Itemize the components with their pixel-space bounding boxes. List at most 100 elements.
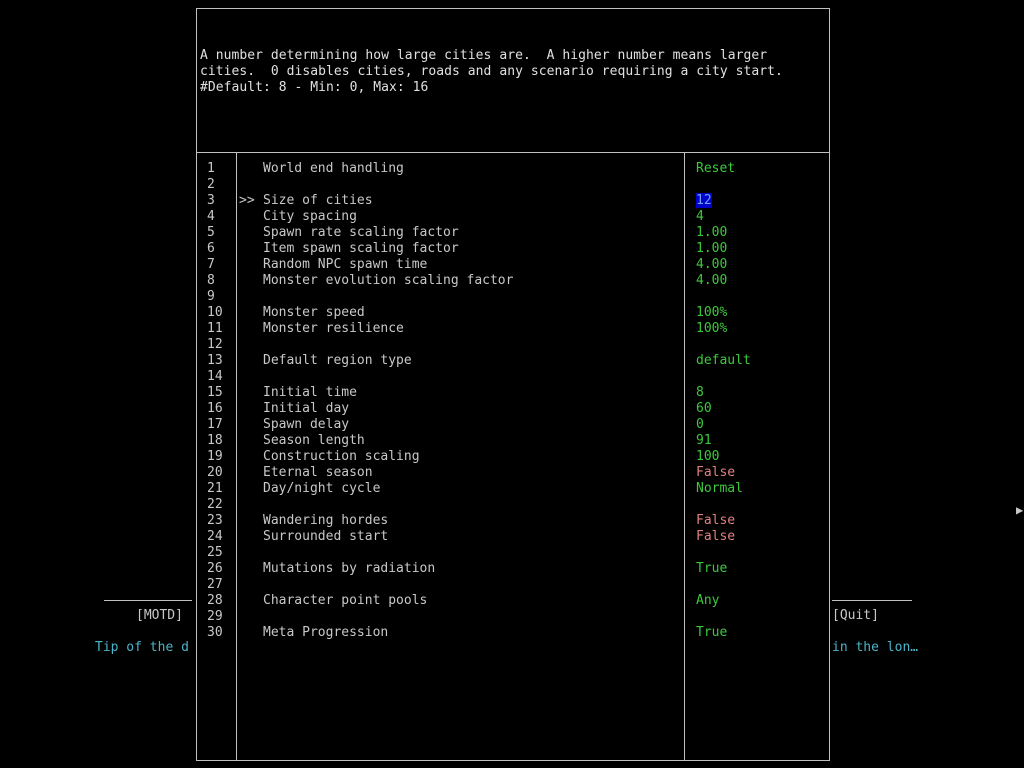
world-options-dialog: A number determining how large cities ar… xyxy=(196,8,830,761)
option-row[interactable]: Season length xyxy=(239,433,679,449)
option-label: Day/night cycle xyxy=(263,481,381,496)
option-row[interactable]: Day/night cycle xyxy=(239,481,679,497)
selection-arrow xyxy=(239,593,263,609)
option-row[interactable]: Meta Progression xyxy=(239,625,679,641)
motd-button[interactable]: [MOTD] xyxy=(136,608,183,624)
option-row[interactable]: Spawn rate scaling factor xyxy=(239,225,679,241)
option-value-cell: 100% xyxy=(696,305,826,321)
selection-arrow xyxy=(239,561,263,577)
option-row xyxy=(239,545,679,561)
option-number: 20 xyxy=(207,465,223,480)
option-label: Monster resilience xyxy=(263,321,404,336)
option-value-cell: False xyxy=(696,513,826,529)
option-row[interactable]: Initial day xyxy=(239,401,679,417)
option-value[interactable]: 8 xyxy=(696,385,704,400)
selection-arrow xyxy=(239,401,263,417)
option-value[interactable]: 0 xyxy=(696,417,704,432)
option-value[interactable]: Any xyxy=(696,593,719,608)
option-row[interactable]: Mutations by radiation xyxy=(239,561,679,577)
option-row[interactable]: Default region type xyxy=(239,353,679,369)
option-label: Initial day xyxy=(263,401,350,416)
value-column-divider xyxy=(684,152,685,760)
option-value-cell: Any xyxy=(696,593,826,609)
option-row[interactable]: Construction scaling xyxy=(239,449,679,465)
option-value[interactable]: False xyxy=(696,465,735,480)
selection-arrow xyxy=(239,417,263,433)
option-value-selected[interactable]: 12 xyxy=(696,193,712,208)
option-value-cell: 100% xyxy=(696,321,826,337)
selection-arrow xyxy=(239,289,263,305)
option-value[interactable]: 1.00 xyxy=(696,225,727,240)
option-number: 21 xyxy=(207,481,223,496)
option-number: 6 xyxy=(207,241,215,256)
option-value-cell: 100 xyxy=(696,449,826,465)
option-label: Random NPC spawn time xyxy=(263,257,428,272)
option-value[interactable]: False xyxy=(696,513,735,528)
option-value[interactable]: 100 xyxy=(696,449,719,464)
option-row[interactable]: Eternal season xyxy=(239,465,679,481)
option-number: 10 xyxy=(207,305,223,320)
option-value-cell xyxy=(696,289,826,305)
option-value[interactable]: 60 xyxy=(696,401,712,416)
option-value[interactable]: 100% xyxy=(696,305,727,320)
option-row[interactable]: Character point pools xyxy=(239,593,679,609)
option-value[interactable]: default xyxy=(696,353,751,368)
option-value[interactable]: True xyxy=(696,625,727,640)
option-value[interactable]: 4 xyxy=(696,209,704,224)
option-value-cell: True xyxy=(696,625,826,641)
option-value-cell: 4 xyxy=(696,209,826,225)
option-row[interactable]: Random NPC spawn time xyxy=(239,257,679,273)
selection-arrow: >> xyxy=(239,193,255,208)
option-row[interactable]: World end handling xyxy=(239,161,679,177)
description-line: A number determining how large cities ar… xyxy=(200,48,768,63)
description-line: #Default: 8 - Min: 0, Max: 16 xyxy=(200,80,429,95)
option-label-column: World end handling >> Size of cities City s… xyxy=(239,161,679,641)
option-row[interactable]: Spawn delay xyxy=(239,417,679,433)
selection-arrow xyxy=(239,385,263,401)
option-value[interactable]: 1.00 xyxy=(696,241,727,256)
option-row[interactable]: City spacing xyxy=(239,209,679,225)
option-row[interactable]: Item spawn scaling factor xyxy=(239,241,679,257)
selection-arrow xyxy=(239,481,263,497)
option-number: 27 xyxy=(207,577,223,592)
option-value[interactable]: 100% xyxy=(696,321,727,336)
option-label: Spawn delay xyxy=(263,417,350,432)
description-separator xyxy=(197,152,829,153)
option-number: 11 xyxy=(207,321,223,336)
option-value-cell: 60 xyxy=(696,401,826,417)
option-row[interactable]: >> Size of cities xyxy=(239,193,679,209)
option-value[interactable]: Normal xyxy=(696,481,743,496)
selection-arrow xyxy=(239,273,263,289)
option-value[interactable]: True xyxy=(696,561,727,576)
option-value-cell xyxy=(696,369,826,385)
option-row xyxy=(239,577,679,593)
option-row[interactable]: Monster speed xyxy=(239,305,679,321)
option-value[interactable]: 4.00 xyxy=(696,257,727,272)
option-row[interactable]: Initial time xyxy=(239,385,679,401)
option-value[interactable]: 4.00 xyxy=(696,273,727,288)
option-number: 5 xyxy=(207,225,215,240)
option-value-cell: default xyxy=(696,353,826,369)
tip-of-the-day-text: Tip of the d xyxy=(95,640,189,655)
option-label: Construction scaling xyxy=(263,449,420,464)
option-row[interactable]: Monster resilience xyxy=(239,321,679,337)
option-value-cell: 91 xyxy=(696,433,826,449)
description-line: cities. 0 disables cities, roads and any… xyxy=(200,64,783,79)
option-row[interactable]: Wandering hordes xyxy=(239,513,679,529)
option-value[interactable]: 91 xyxy=(696,433,712,448)
option-number: 19 xyxy=(207,449,223,464)
option-label: Surrounded start xyxy=(263,529,389,544)
option-value[interactable]: False xyxy=(696,529,735,544)
quit-button[interactable]: [Quit] xyxy=(832,608,879,624)
option-row[interactable]: Monster evolution scaling factor xyxy=(239,273,679,289)
selection-arrow xyxy=(239,433,263,449)
option-row[interactable]: Surrounded start xyxy=(239,529,679,545)
option-row xyxy=(239,497,679,513)
selection-arrow xyxy=(239,305,263,321)
selection-arrow xyxy=(239,529,263,545)
tip-continuation-text: in the lon… xyxy=(832,640,919,655)
option-number: 1 xyxy=(207,161,215,176)
option-value[interactable]: Reset xyxy=(696,161,735,176)
option-label: Wandering hordes xyxy=(263,513,389,528)
selection-arrow xyxy=(239,577,263,593)
